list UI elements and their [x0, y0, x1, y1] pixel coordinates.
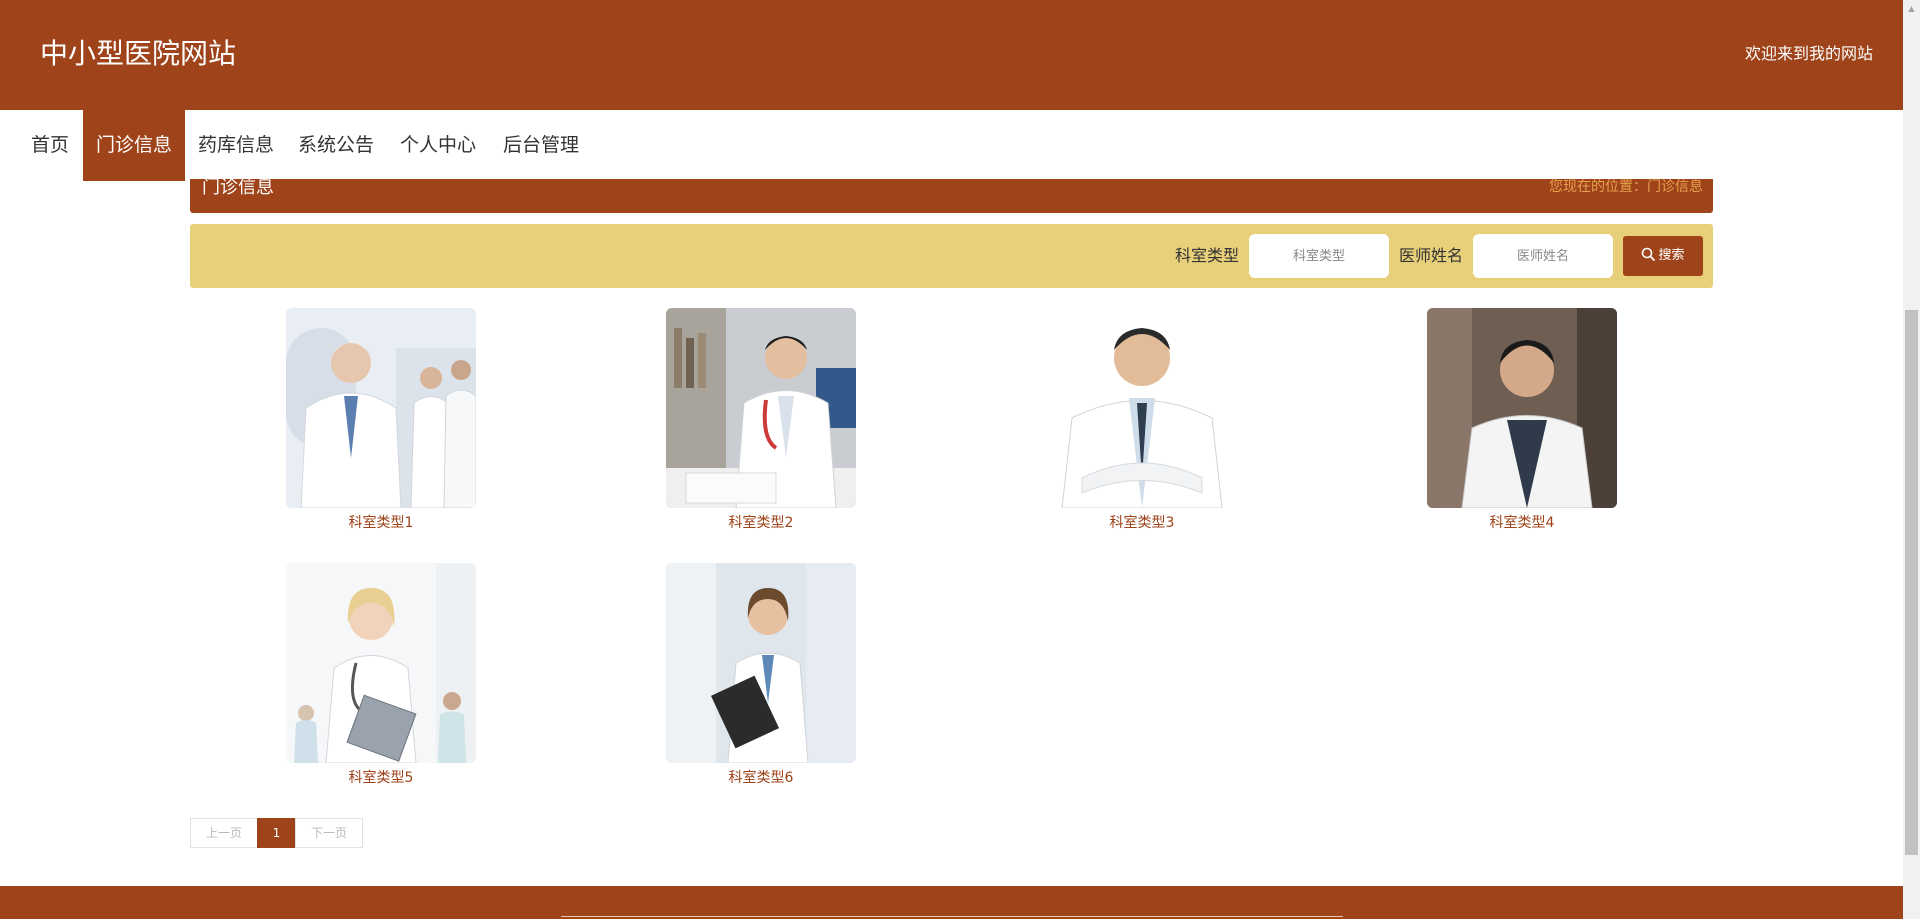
doctor-photo[interactable] — [286, 563, 476, 763]
doctor-photo[interactable] — [666, 563, 856, 763]
doctor-name-label: 医师姓名 — [1399, 246, 1464, 265]
department-label[interactable]: 科室类型6 — [666, 769, 856, 787]
doctor-photo[interactable] — [1427, 308, 1617, 508]
department-label[interactable]: 科室类型5 — [286, 769, 476, 787]
main-nav: 首页 门诊信息 药库信息 系统公告 个人中心 后台管理 — [0, 110, 1903, 181]
search-button[interactable]: 搜索 — [1623, 236, 1703, 276]
site-title[interactable]: 中小型医院网站 — [40, 36, 236, 72]
nav-item-admin[interactable]: 后台管理 — [495, 110, 587, 180]
doctor-name-input[interactable] — [1473, 234, 1613, 278]
department-card[interactable]: 科室类型6 — [666, 563, 856, 787]
department-label[interactable]: 科室类型4 — [1427, 514, 1617, 532]
department-card[interactable]: 科室类型1 — [286, 308, 476, 532]
current-page-button[interactable]: 1 — [257, 818, 296, 848]
scroll-up-arrow-icon[interactable]: ▲ — [1903, 0, 1920, 17]
welcome-text: 欢迎来到我的网站 — [1744, 44, 1873, 63]
scrollbar-thumb[interactable] — [1905, 310, 1918, 855]
nav-item-clinic-info[interactable]: 门诊信息 — [83, 110, 185, 181]
nav-item-system-notice[interactable]: 系统公告 — [290, 110, 382, 180]
department-label: 科室类型 — [1175, 246, 1240, 265]
doctor-photo[interactable] — [286, 308, 476, 508]
doctor-photo[interactable] — [666, 308, 856, 508]
page: 中小型医院网站 欢迎来到我的网站 首页 门诊信息 药库信息 系统公告 个人中心 … — [0, 0, 1920, 919]
department-label[interactable]: 科室类型1 — [286, 514, 476, 532]
footer-divider — [561, 916, 1343, 917]
prev-page-button[interactable]: 上一页 — [190, 818, 258, 848]
department-card[interactable]: 科室类型4 — [1427, 308, 1617, 532]
search-bar: 科室类型 医师姓名 搜索 — [190, 224, 1713, 288]
department-card[interactable]: 科室类型5 — [286, 563, 476, 787]
nav-item-pharmacy-info[interactable]: 药库信息 — [190, 110, 282, 180]
search-button-label: 搜索 — [1658, 248, 1685, 263]
nav-item-home[interactable]: 首页 — [20, 110, 80, 180]
department-input[interactable] — [1249, 234, 1389, 278]
page-scrollbar[interactable]: ▲ — [1903, 0, 1920, 919]
breadcrumb-title: 门诊信息 — [202, 179, 274, 198]
next-page-button[interactable]: 下一页 — [295, 818, 363, 848]
breadcrumb-location: 您现在的位置：门诊信息 — [1549, 179, 1703, 195]
department-card[interactable]: 科室类型2 — [666, 308, 856, 532]
search-icon — [1642, 247, 1656, 261]
department-card[interactable]: 科室类型3 — [1047, 308, 1237, 532]
site-header: 中小型医院网站 欢迎来到我的网站 — [0, 0, 1903, 110]
breadcrumb-bar: 门诊信息 您现在的位置：门诊信息 — [190, 179, 1713, 213]
nav-item-personal-center[interactable]: 个人中心 — [392, 110, 484, 180]
doctor-photo[interactable] — [1047, 308, 1237, 508]
site-footer — [0, 886, 1903, 919]
department-label[interactable]: 科室类型2 — [666, 514, 856, 532]
department-label[interactable]: 科室类型3 — [1047, 514, 1237, 532]
